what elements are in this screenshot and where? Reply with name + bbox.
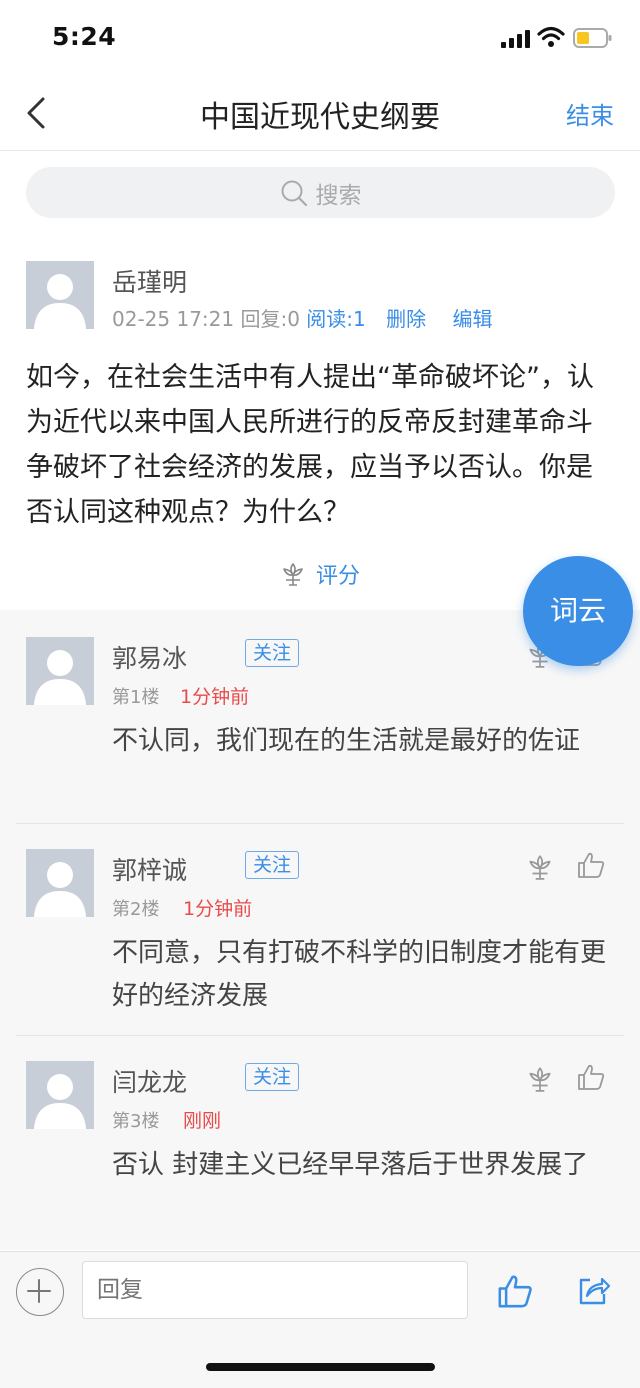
divider: [16, 1035, 624, 1036]
flower-icon[interactable]: [526, 853, 554, 881]
thumbs-up-icon[interactable]: [576, 1062, 606, 1092]
thumbs-up-icon[interactable]: [576, 850, 606, 880]
comment-author: 闫龙龙: [112, 1068, 188, 1097]
avatar[interactable]: [26, 1061, 94, 1129]
search-bar[interactable]: 搜索: [26, 167, 615, 218]
nav-divider: [0, 150, 640, 151]
plus-icon: [26, 1278, 51, 1303]
search-placeholder: 搜索: [315, 182, 362, 209]
comment-author: 郭易冰: [112, 644, 188, 673]
avatar[interactable]: [26, 637, 94, 705]
divider: [16, 823, 624, 824]
comment-text: 否认 封建主义已经早早落后于世界发展了: [112, 1150, 589, 1180]
avatar[interactable]: [26, 849, 94, 917]
rate-label: 评分: [316, 564, 361, 589]
home-indicator: [206, 1363, 435, 1371]
comment-time: 1分钟前: [180, 686, 250, 708]
post-author: 岳瑾明: [112, 268, 188, 297]
thumbs-up-icon[interactable]: [496, 1271, 534, 1311]
comment-author: 郭梓诚: [112, 856, 188, 885]
page-title: 中国近现代史纲要: [200, 100, 440, 135]
follow-button[interactable]: 关注: [245, 639, 299, 667]
search-icon: [281, 180, 307, 206]
follow-button[interactable]: 关注: [245, 851, 299, 879]
flower-icon[interactable]: [526, 1065, 554, 1093]
wifi-icon: [537, 26, 565, 47]
battery-icon: [573, 28, 612, 48]
post-reads: 阅读:1: [306, 307, 366, 331]
post-meta: 02-25 17:21 回复:0 阅读:1 删除 编辑: [112, 303, 492, 332]
comment-text: 不认同，我们现在的生活就是最好的佐证: [112, 726, 581, 756]
avatar[interactable]: [26, 261, 94, 329]
post-content: 如今，在社会生活中有人提出“革命破坏论”，认为近代以来中国人民所进行的反帝反封建…: [26, 362, 594, 528]
word-cloud-button[interactable]: 词云: [523, 556, 633, 666]
add-button[interactable]: [16, 1268, 64, 1316]
rate-button[interactable]: 评分: [280, 558, 360, 590]
end-button[interactable]: 结束: [566, 96, 614, 131]
post-date: 02-25 17:21: [112, 307, 235, 331]
post-replies: 回复:0: [240, 307, 300, 331]
delete-link[interactable]: 删除: [386, 307, 426, 331]
status-time: 5:24: [52, 22, 117, 51]
comment-time: 1分钟前: [183, 898, 253, 920]
floor-label: 第1楼: [112, 687, 160, 708]
floor-label: 第3楼: [112, 1111, 160, 1132]
comment-text: 不同意，只有打破不科学的旧制度才能有更好的经济发展: [112, 938, 607, 1011]
follow-button[interactable]: 关注: [245, 1063, 299, 1091]
reply-input[interactable]: [82, 1261, 468, 1319]
edit-link[interactable]: 编辑: [452, 307, 492, 331]
floor-label: 第2楼: [112, 899, 160, 920]
share-icon[interactable]: [576, 1272, 612, 1308]
flower-icon: [283, 563, 303, 586]
signal-icon: [501, 30, 530, 48]
comment-time: 刚刚: [183, 1110, 222, 1132]
